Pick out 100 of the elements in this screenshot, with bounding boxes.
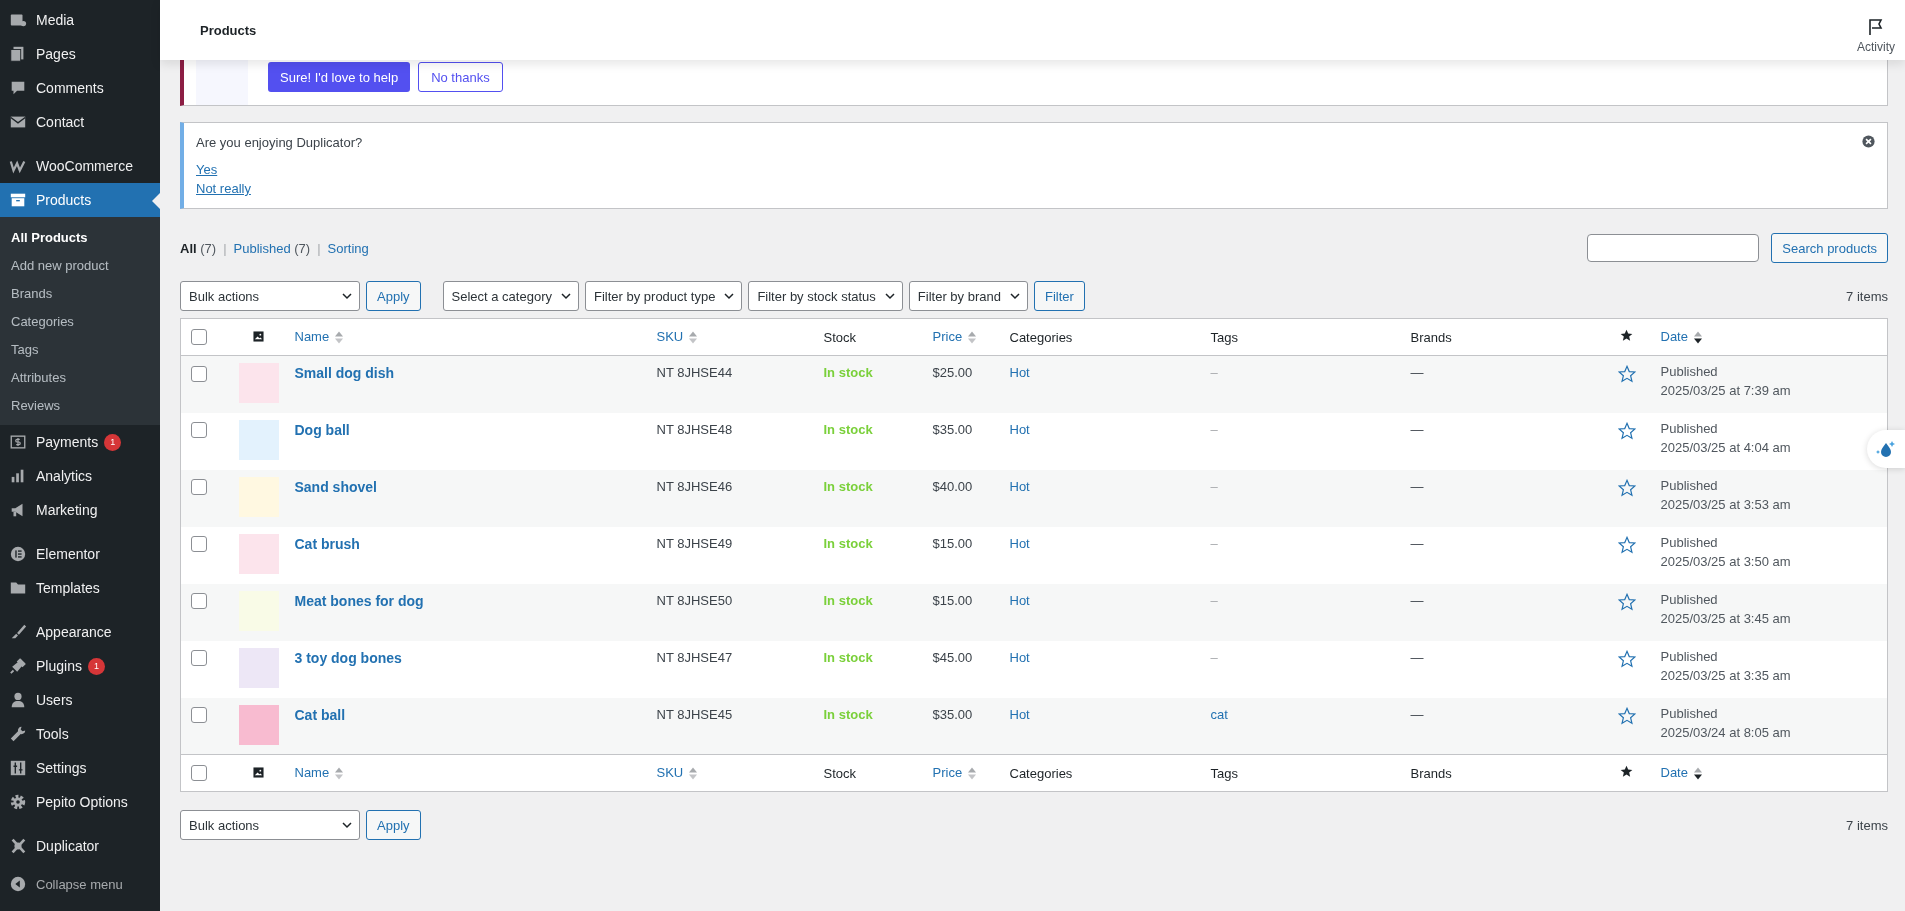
sort-column-link[interactable]: Name — [294, 328, 330, 344]
star-icon[interactable] — [1617, 592, 1636, 611]
sidebar-item[interactable]: Marketing — [0, 493, 160, 527]
activity-button[interactable]: Activity — [1847, 16, 1905, 54]
sort-column-link[interactable]: Price — [932, 328, 963, 344]
sidebar-item[interactable]: Comments — [0, 71, 160, 105]
notice-link[interactable]: Not really — [196, 179, 251, 198]
sidebar-item[interactable]: Settings — [0, 751, 160, 785]
star-icon[interactable] — [1617, 649, 1636, 668]
post-status: Published — [1660, 590, 1719, 609]
view-filter-link[interactable]: All (7) — [180, 240, 217, 256]
sort-column-link[interactable]: Price — [932, 764, 963, 780]
table-cell: – — [1210, 421, 1218, 437]
row-checkbox[interactable] — [191, 422, 207, 439]
product-name-link[interactable]: Sand shovel — [294, 478, 377, 495]
table-cell: — — [1402, 697, 1601, 755]
sidebar-item[interactable]: Duplicator — [0, 829, 160, 863]
floating-assistant-button[interactable] — [1867, 430, 1905, 468]
submenu-item[interactable]: Categories — [0, 307, 160, 335]
close-icon[interactable] — [1862, 135, 1875, 148]
view-filter-link[interactable]: Published (7) — [233, 240, 311, 256]
category-link[interactable]: Hot — [1009, 649, 1030, 665]
submenu-item[interactable]: Add new product — [0, 251, 160, 279]
sidebar-item[interactable]: Templates — [0, 571, 160, 605]
sidebar-item[interactable]: WooCommerce — [0, 149, 160, 183]
sort-column-link[interactable]: Date — [1660, 328, 1688, 344]
collapse-menu-button[interactable]: Collapse menu — [0, 867, 160, 901]
stock-status: In stock — [815, 412, 925, 470]
post-status: Published — [1660, 419, 1719, 438]
sort-column-link[interactable]: SKU — [656, 764, 684, 780]
sort-column-link[interactable]: Date — [1660, 764, 1688, 780]
row-checkbox[interactable] — [191, 536, 207, 553]
category-link[interactable]: Hot — [1009, 592, 1030, 608]
sidebar-item[interactable]: Pepito Options — [0, 785, 160, 819]
select-all-checkbox[interactable] — [191, 329, 207, 346]
stock-status: In stock — [815, 526, 925, 584]
product-name-link[interactable]: Cat brush — [294, 535, 360, 552]
star-icon — [1620, 765, 1633, 778]
search-field[interactable] — [1587, 234, 1760, 262]
category-link[interactable]: Hot — [1009, 365, 1030, 380]
category-link[interactable]: Hot — [1009, 706, 1030, 722]
sidebar-item[interactable]: Tools — [0, 717, 160, 751]
row-checkbox[interactable] — [191, 365, 207, 382]
notice-question: Are you enjoying Duplicator? — [196, 135, 363, 150]
product-name-link[interactable]: Small dog dish — [294, 365, 395, 381]
bulk-actions-select[interactable]: Bulk actions — [180, 281, 360, 311]
filter-select[interactable]: Select a category — [442, 281, 579, 311]
filter-select[interactable]: Filter by stock status — [748, 281, 903, 311]
category-link[interactable]: Hot — [1009, 421, 1030, 437]
sidebar-item[interactable]: Media — [0, 3, 160, 37]
category-link[interactable]: Hot — [1009, 535, 1030, 551]
select-all-checkbox[interactable] — [191, 765, 207, 782]
row-checkbox[interactable] — [191, 593, 207, 610]
product-name-link[interactable]: Cat ball — [294, 706, 346, 723]
decline-button[interactable]: No thanks — [418, 62, 503, 92]
notice-link[interactable]: Yes — [196, 160, 218, 179]
plug-icon — [9, 657, 27, 675]
star-icon[interactable] — [1617, 421, 1636, 440]
bulk-actions-select[interactable]: Bulk actions — [180, 810, 360, 840]
filter-select[interactable]: Filter by brand — [908, 281, 1028, 311]
apply-button[interactable]: Apply — [366, 281, 421, 311]
product-name-link[interactable]: Dog ball — [294, 421, 350, 438]
image-icon — [253, 766, 264, 778]
tag-link[interactable]: cat — [1210, 706, 1228, 722]
sidebar-item[interactable]: Payments 1 — [0, 425, 160, 459]
submenu-item[interactable]: All Products — [0, 223, 160, 251]
photo-placeholder — [238, 647, 279, 688]
view-filter-link[interactable]: Sorting — [327, 240, 369, 256]
filter-button[interactable]: Filter — [1033, 281, 1085, 311]
filter-select[interactable]: Filter by product type — [585, 281, 743, 311]
sidebar-item[interactable]: Plugins 1 — [0, 649, 160, 683]
sidebar-item[interactable]: Analytics — [0, 459, 160, 493]
category-link[interactable]: Hot — [1009, 478, 1030, 494]
submenu-item[interactable]: Brands — [0, 279, 160, 307]
accept-button[interactable]: Sure! I'd love to help — [268, 62, 411, 92]
sidebar-item[interactable]: Appearance — [0, 615, 160, 649]
product-name-link[interactable]: 3 toy dog bones — [294, 649, 402, 666]
publish-date: 2025/03/25 at 3:45 am — [1660, 609, 1792, 628]
star-icon[interactable] — [1617, 706, 1636, 725]
star-icon[interactable] — [1617, 478, 1636, 497]
submenu-item[interactable]: Attributes — [0, 363, 160, 391]
sidebar-item[interactable]: Users — [0, 683, 160, 717]
submenu-item[interactable]: Reviews — [0, 391, 160, 419]
row-checkbox[interactable] — [191, 707, 207, 724]
search-button[interactable]: Search products — [1771, 233, 1888, 263]
sort-column-link[interactable]: Name — [294, 764, 330, 780]
sidebar-item[interactable]: Products — [0, 183, 160, 217]
sliders-icon — [9, 759, 27, 777]
sidebar-item[interactable]: Pages — [0, 37, 160, 71]
star-icon[interactable] — [1617, 535, 1636, 554]
sidebar-item[interactable]: Contact — [0, 105, 160, 139]
count-badge: 1 — [87, 657, 105, 675]
product-name-link[interactable]: Meat bones for dog — [294, 592, 424, 609]
row-checkbox[interactable] — [191, 650, 207, 667]
row-checkbox[interactable] — [191, 479, 207, 496]
star-icon[interactable] — [1617, 365, 1636, 383]
apply-button[interactable]: Apply — [366, 810, 421, 840]
submenu-item[interactable]: Tags — [0, 335, 160, 363]
sort-column-link[interactable]: SKU — [656, 328, 684, 344]
sidebar-item[interactable]: Elementor — [0, 537, 160, 571]
